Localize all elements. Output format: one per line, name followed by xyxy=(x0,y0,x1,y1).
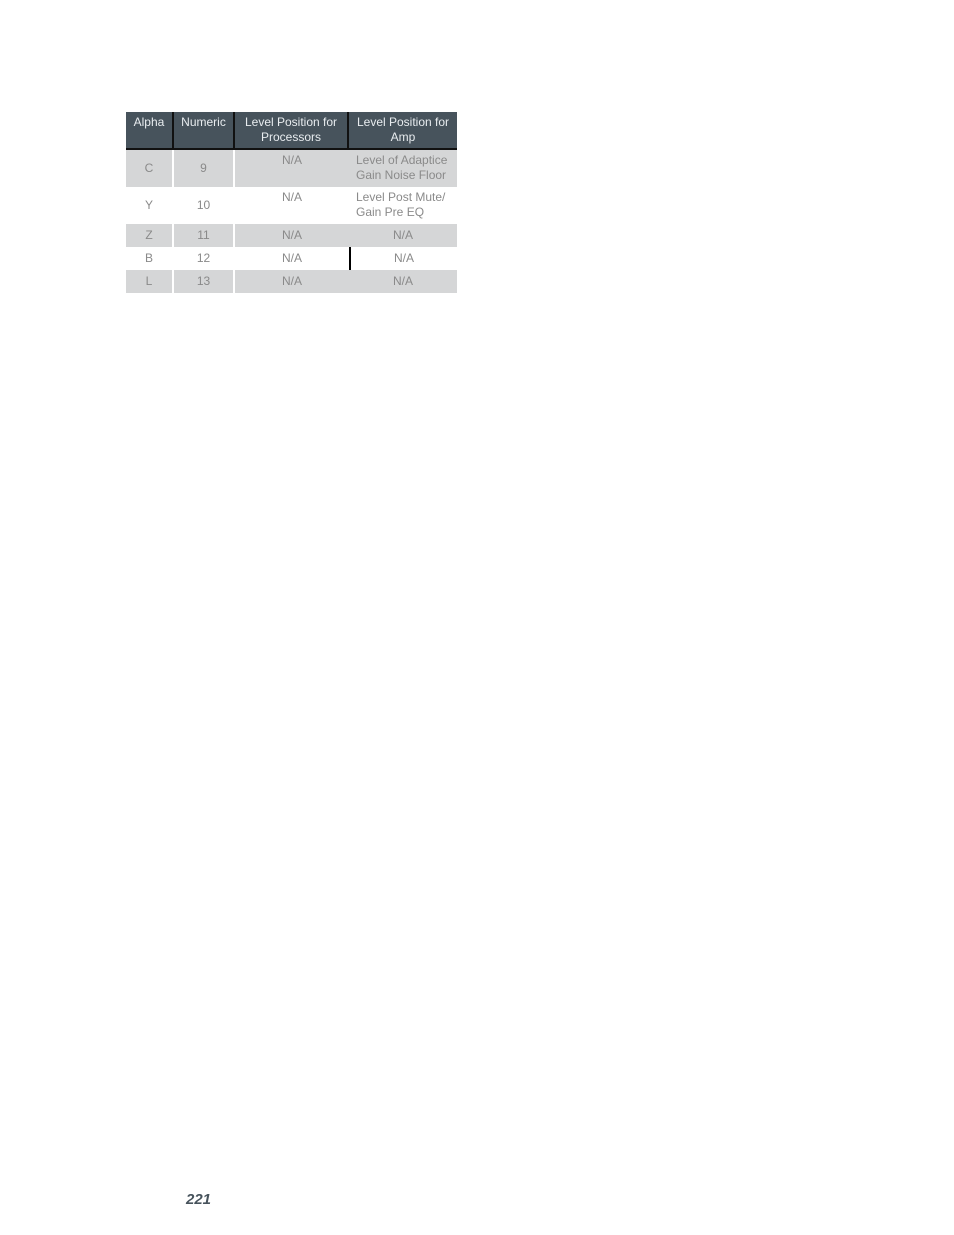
cell-processors: N/A xyxy=(281,153,302,167)
cell-numeric: 9 xyxy=(174,150,235,187)
cell-numeric: 10 xyxy=(174,187,235,224)
cell-processors: N/A xyxy=(281,190,302,204)
cell-alpha: C xyxy=(126,150,174,187)
header-amp: Level Position for Amp xyxy=(356,115,450,144)
table-row: Z 11 N/A N/A xyxy=(126,224,457,247)
cell-processors: N/A xyxy=(281,228,302,242)
table-row: Y 10 N/A Level Post Mute/ Gain Pre EQ xyxy=(126,187,457,224)
table-row: L 13 N/A N/A xyxy=(126,270,457,293)
cell-amp: N/A xyxy=(349,247,457,270)
table-row: B 12 N/A N/A xyxy=(126,247,457,270)
header-alpha: Alpha xyxy=(126,112,174,148)
cell-processors: N/A xyxy=(281,274,302,288)
table-row: C 9 N/A Level of Adaptice Gain Noise Flo… xyxy=(126,150,457,187)
cell-alpha: L xyxy=(126,270,174,293)
level-position-table: Alpha Numeric Level Position for Process… xyxy=(126,112,457,293)
cell-amp: N/A xyxy=(392,228,413,242)
cell-alpha: B xyxy=(126,247,174,270)
cell-numeric: 12 xyxy=(174,247,235,270)
cell-alpha: Z xyxy=(126,224,174,247)
cell-numeric: 13 xyxy=(174,270,235,293)
cell-amp: N/A xyxy=(392,274,413,288)
header-numeric: Numeric xyxy=(174,112,235,148)
header-processors: Level Position for Processors xyxy=(235,112,349,148)
cell-amp: Level of Adaptice Gain Noise Floor xyxy=(356,153,448,182)
page-number: 221 xyxy=(186,1191,212,1208)
table-header-row: Alpha Numeric Level Position for Process… xyxy=(126,112,457,150)
cell-alpha: Y xyxy=(126,187,174,224)
cell-processors: N/A xyxy=(281,251,302,265)
cell-amp: Level Post Mute/ Gain Pre EQ xyxy=(356,190,446,219)
cell-numeric: 11 xyxy=(174,224,235,247)
